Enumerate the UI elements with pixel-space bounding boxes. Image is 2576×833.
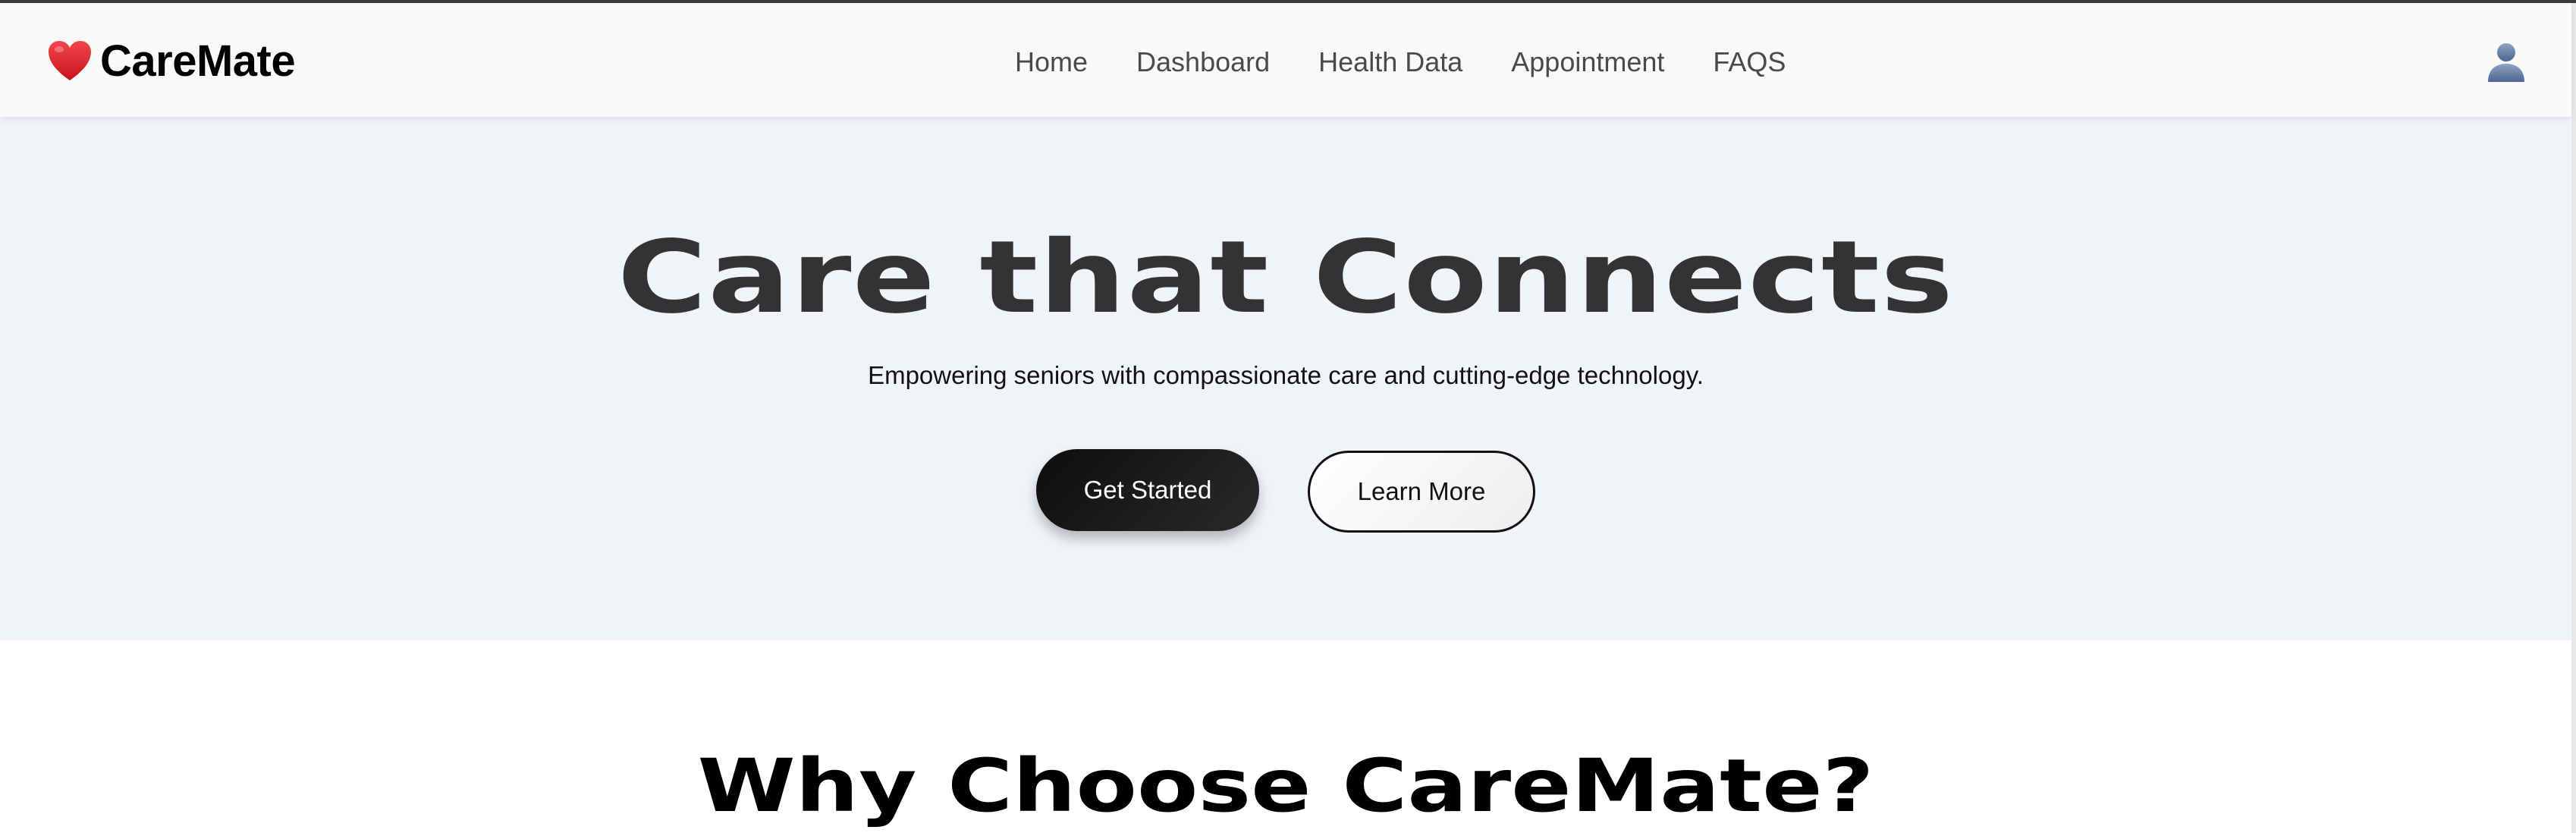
nav-link-faqs[interactable]: FAQS	[1713, 46, 1786, 78]
navbar: CareMate Home Dashboard Health Data Appo…	[0, 3, 2571, 117]
get-started-button[interactable]: Get Started	[1036, 449, 1259, 531]
hero-title: Care that Connects	[617, 219, 1955, 336]
nav-link-dashboard[interactable]: Dashboard	[1136, 46, 1270, 78]
brand-name: CareMate	[100, 36, 296, 86]
nav-link-appointment[interactable]: Appointment	[1511, 46, 1664, 78]
main-navigation: Home Dashboard Health Data Appointment F…	[1015, 39, 1786, 85]
brand-logo-link[interactable]: CareMate	[47, 36, 296, 86]
hero-section: Care that Connects Empowering seniors wi…	[0, 117, 2571, 640]
heart-icon	[49, 41, 91, 80]
nav-link-health-data[interactable]: Health Data	[1318, 46, 1462, 78]
hero-subtitle: Empowering seniors with compassionate ca…	[868, 361, 1704, 389]
user-icon[interactable]	[2486, 41, 2526, 82]
learn-more-button[interactable]: Learn More	[1308, 451, 1535, 533]
nav-link-home[interactable]: Home	[1015, 46, 1088, 78]
scrollbar-track[interactable]	[2571, 3, 2576, 833]
section-title-why-choose: Why Choose CareMate?	[697, 743, 1874, 828]
hero-buttons: Get Started Learn More	[1036, 449, 1535, 533]
